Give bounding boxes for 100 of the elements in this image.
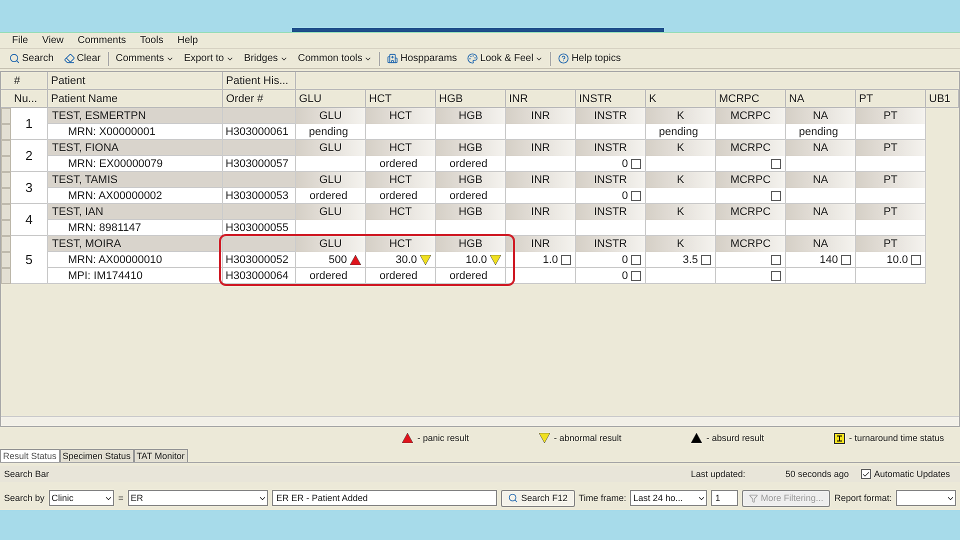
checkbox[interactable]	[631, 270, 641, 280]
checkbox[interactable]	[911, 254, 921, 264]
column-header[interactable]: Order #	[223, 90, 296, 107]
checkbox[interactable]	[561, 254, 571, 264]
test-label: K	[646, 204, 716, 220]
menu-item[interactable]: View	[42, 35, 64, 46]
checkbox[interactable]	[771, 158, 781, 168]
toolbar-button[interactable]: Bridges	[240, 53, 291, 64]
toolbar-button[interactable]: Look & Feel	[464, 53, 546, 64]
toolbar-button[interactable]: Hospparams	[384, 53, 460, 64]
result-value: ordered	[450, 270, 488, 282]
palette-icon	[467, 53, 478, 64]
result-value: 1.0	[542, 254, 558, 266]
toolbar-button[interactable]: Help topics	[555, 53, 624, 64]
result-value: pending	[308, 126, 348, 138]
search-bar-title: Search Bar	[4, 469, 50, 479]
tab[interactable]: Specimen Status	[60, 449, 134, 462]
patient-number: 3	[11, 172, 48, 204]
operator-label: =	[118, 493, 124, 503]
checkbox[interactable]	[631, 158, 641, 168]
toolbar-button[interactable]: Clear	[60, 53, 104, 64]
toolbar-button[interactable]: Search	[6, 53, 57, 64]
table-cell	[506, 124, 576, 140]
column-group-header: Patient	[48, 72, 223, 89]
checkbox[interactable]	[860, 469, 871, 479]
menu-item[interactable]: Help	[177, 35, 198, 46]
column-header[interactable]: NA	[786, 90, 856, 107]
column-header[interactable]: MCRPC	[716, 90, 786, 107]
result-value: 10.0	[886, 254, 908, 266]
value-dropdown[interactable]: ER	[128, 490, 268, 506]
checkbox[interactable]	[631, 254, 641, 264]
column-header[interactable]: PT	[856, 90, 926, 107]
report-format-dropdown[interactable]	[896, 490, 956, 506]
column-header[interactable]: Patient Name	[48, 90, 223, 107]
result-value: pending	[798, 126, 838, 138]
checkbox[interactable]	[771, 270, 781, 280]
table-cell	[646, 220, 716, 236]
result-value: 0	[622, 270, 628, 282]
search-button[interactable]: Search F12	[501, 490, 575, 506]
patient-id: MPI: IM174410	[48, 268, 223, 284]
checkbox[interactable]	[631, 190, 641, 200]
hospital-icon	[387, 53, 398, 64]
table-cell	[856, 188, 926, 204]
result-value: ordered	[450, 190, 488, 202]
patient-number: 5	[11, 236, 48, 284]
column-header[interactable]: UB1	[926, 90, 959, 107]
column-group-header: Patient His...	[223, 72, 296, 89]
search-icon	[9, 53, 20, 64]
test-label: GLU	[296, 108, 366, 124]
order-number: H303000061	[223, 124, 296, 140]
order-number: H303000057	[223, 156, 296, 172]
toolbar-button[interactable]: Comments	[112, 53, 177, 64]
column-header[interactable]: INR	[506, 90, 576, 107]
horizontal-scrollbar[interactable]	[1, 416, 959, 426]
toolbar-button[interactable]: Export to	[180, 53, 237, 64]
field-label: Report format:	[834, 493, 892, 503]
test-label: INR	[506, 108, 576, 124]
last-updated-label: Last updated:	[690, 469, 746, 479]
checkbox[interactable]	[771, 254, 781, 264]
patient-name: TEST, IAN	[48, 204, 223, 220]
column-header[interactable]: K	[646, 90, 716, 107]
search-by-dropdown[interactable]: Clinic	[48, 490, 114, 506]
checkbox[interactable]	[841, 254, 851, 264]
test-label: NA	[786, 108, 856, 124]
toolbar-button[interactable]: Common tools	[294, 53, 376, 64]
result-value: pending	[658, 126, 698, 138]
column-header[interactable]: GLU	[296, 90, 366, 107]
column-header[interactable]: HGB	[436, 90, 506, 107]
column-header[interactable]: Nu...	[11, 90, 48, 107]
column-header[interactable]: INSTR	[576, 90, 646, 107]
test-label: INSTR	[576, 108, 646, 124]
time-frame-dropdown[interactable]: Last 24 ho...	[630, 490, 708, 506]
menu-item[interactable]: Comments	[78, 35, 126, 46]
help-icon	[558, 53, 570, 64]
patient-id: MRN: AX00000002	[48, 188, 223, 204]
menu-item[interactable]: File	[12, 35, 28, 46]
patient-id: MRN: AX00000010	[48, 252, 223, 268]
result-value: ordered	[450, 158, 488, 170]
column-header[interactable]: HCT	[366, 90, 436, 107]
legend-label: - absurd result	[706, 433, 764, 443]
tab[interactable]: Result Status	[0, 449, 60, 462]
test-label: PT	[856, 172, 926, 188]
menu-item[interactable]: Tools	[140, 35, 164, 46]
legend-label: - abnormal result	[554, 433, 622, 443]
test-label: K	[646, 236, 716, 252]
checkbox[interactable]	[701, 254, 711, 264]
column-group-header: #	[11, 72, 48, 89]
patient-number: 4	[11, 204, 48, 236]
filter-field[interactable]: ER ER - Patient Added	[272, 490, 498, 506]
checkbox[interactable]	[771, 190, 781, 200]
search-icon	[508, 493, 518, 503]
count-spinner[interactable]: 1	[711, 490, 738, 506]
legend-label: - panic result	[417, 433, 469, 443]
patient-number: 2	[11, 140, 48, 172]
test-label: INSTR	[576, 172, 646, 188]
test-label: K	[646, 172, 716, 188]
test-label: HGB	[436, 236, 506, 252]
table-cell	[716, 220, 786, 236]
test-label: GLU	[296, 236, 366, 252]
tab[interactable]: TAT Monitor	[134, 449, 188, 462]
